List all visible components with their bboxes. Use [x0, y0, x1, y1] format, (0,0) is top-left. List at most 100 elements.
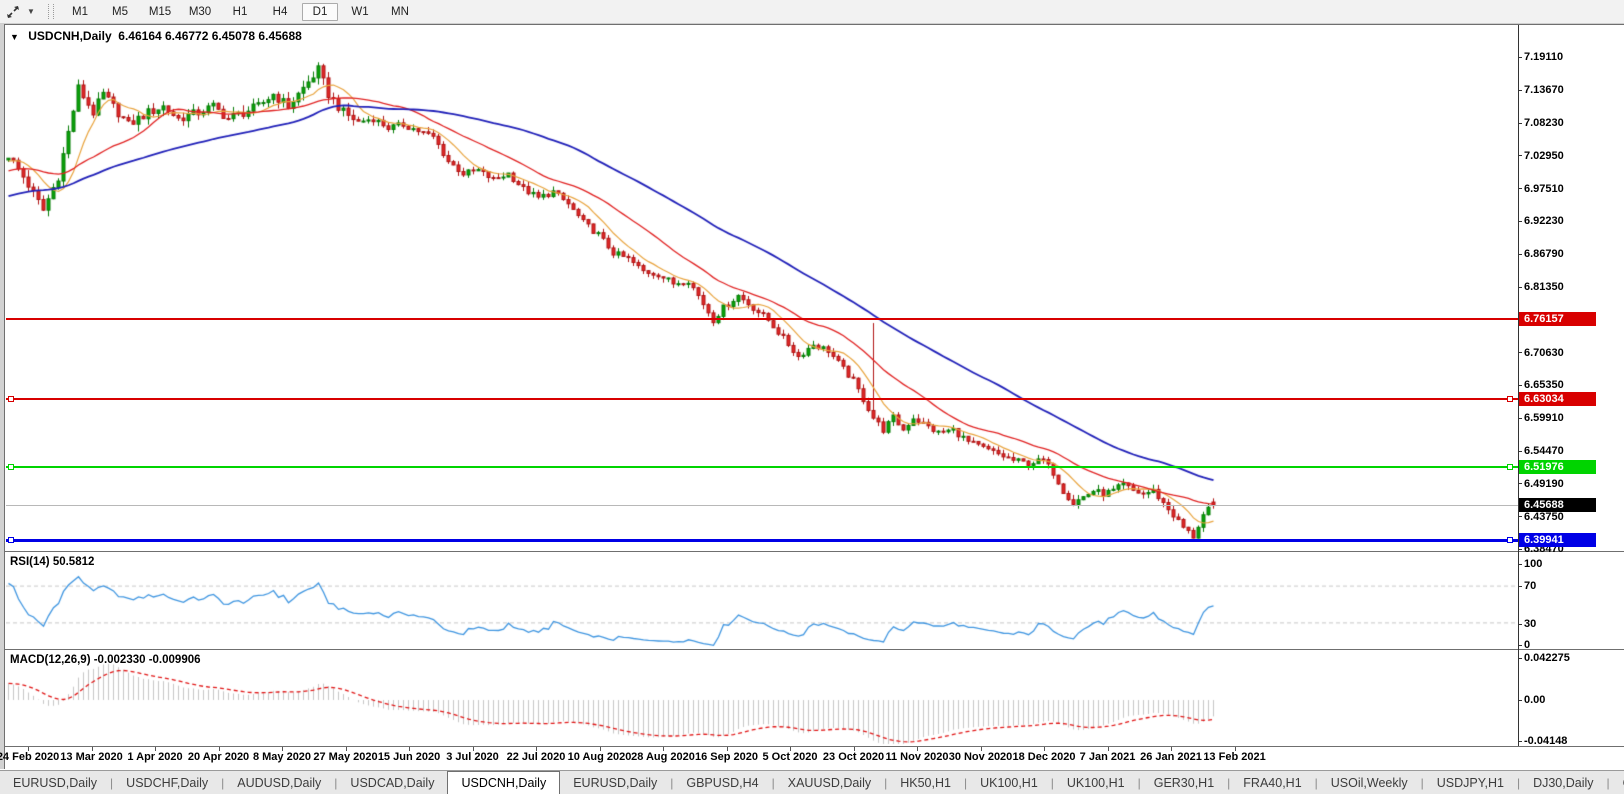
price-axis-tickmark	[1518, 220, 1522, 222]
timeframe-button-D1[interactable]: D1	[302, 2, 338, 21]
price-line-label-6.76157: 6.76157	[1519, 312, 1596, 327]
macd-axis-tickmark	[1518, 699, 1522, 701]
tab-XAUUSD-Daily[interactable]: XAUUSD,Daily	[775, 771, 884, 794]
date-axis-label: 3 Jul 2020	[446, 751, 499, 763]
macd-axis-tick: -0.04148	[1524, 735, 1568, 747]
price-line-label-6.39941: 6.39941	[1519, 533, 1596, 548]
rsi-label: RSI(14) 50.5812	[10, 556, 95, 568]
rsi-indicator-plot[interactable]	[6, 552, 1518, 648]
line-handle-left[interactable]	[8, 396, 14, 403]
price-axis-tickmark	[1518, 384, 1522, 386]
timeframe-button-H1[interactable]: H1	[222, 3, 258, 21]
timeframe-button-M15[interactable]: M15	[142, 3, 178, 21]
horizontal-line-6.76157[interactable]	[6, 318, 1518, 321]
main-chart-plot[interactable]	[6, 26, 1518, 550]
tab-EURUSD-Daily[interactable]: EURUSD,Daily	[560, 771, 670, 794]
date-axis-tickmark	[282, 747, 283, 751]
date-axis-tickmark	[28, 747, 29, 751]
chart-tools-icon[interactable]	[4, 3, 22, 21]
line-handle-right[interactable]	[1507, 537, 1513, 544]
date-axis-label: 20 Apr 2020	[187, 751, 250, 763]
date-axis-label: 7 Jan 2021	[1079, 751, 1136, 763]
date-axis-tickmark	[853, 747, 855, 751]
rsi-axis-tick: 100	[1524, 558, 1543, 570]
date-axis-tickmark	[536, 747, 537, 751]
tab-EURUSD-Daily[interactable]: EURUSD,Daily	[0, 771, 110, 794]
price-axis-tick: 6.81350	[1524, 281, 1564, 294]
tab-UK100-H1[interactable]: UK100,H1	[967, 771, 1051, 794]
tab-DJ30-Daily[interactable]: DJ30,Daily	[1520, 771, 1606, 794]
price-axis-tickmark	[1518, 253, 1522, 255]
price-axis-tick: 6.70630	[1524, 346, 1564, 359]
current-price-label: 6.45688	[1519, 497, 1596, 512]
price-axis-tickmark	[1518, 155, 1522, 157]
price-axis-tick: 6.59910	[1524, 412, 1564, 425]
price-axis-tick: 6.65350	[1524, 379, 1564, 391]
date-axis-tickmark	[91, 747, 93, 751]
date-axis-label: 22 Jul 2020	[506, 751, 566, 763]
tab-USDJPY-H1[interactable]: USDJPY,H1	[1424, 771, 1517, 794]
date-axis-label: 8 May 2020	[252, 751, 312, 763]
line-handle-left[interactable]	[8, 463, 14, 470]
tab-HK50-H1[interactable]: HK50,H1	[887, 771, 964, 794]
date-axis-tickmark	[1234, 747, 1236, 751]
price-axis-tick: 7.19110	[1524, 51, 1564, 63]
tab-GBPUSD-H4[interactable]: GBPUSD,H4	[673, 771, 771, 794]
date-axis-tickmark	[1044, 747, 1045, 751]
date-axis-label: 5 Oct 2020	[762, 751, 818, 763]
price-axis-tick: 6.43750	[1524, 510, 1564, 523]
toolbar-dropdown-caret-icon[interactable]: ▼	[24, 7, 38, 16]
macd-axis-tick: 0.042275	[1524, 652, 1570, 664]
tab-USDCAD-Daily[interactable]: USDCAD,Daily	[337, 771, 447, 794]
price-axis-tickmark	[1518, 188, 1522, 190]
date-axis-tickmark	[218, 747, 220, 751]
horizontal-line-6.39941[interactable]	[6, 538, 1518, 542]
date-axis-tickmark	[409, 747, 410, 751]
price-axis-tickmark	[1518, 450, 1522, 452]
rsi-axis-tickmark	[1518, 563, 1522, 565]
date-axis-label: 27 May 2020	[313, 751, 378, 763]
tab-AUDUSD-Daily[interactable]: AUDUSD,Daily	[224, 771, 334, 794]
tab-USDCHF-Daily[interactable]: USDCHF,Daily	[113, 771, 221, 794]
date-axis-tickmark	[1107, 747, 1109, 751]
timeframe-button-M1[interactable]: M1	[62, 3, 98, 21]
timeframe-button-M5[interactable]: M5	[102, 3, 138, 21]
price-axis-tickmark	[1518, 89, 1522, 91]
tab-USOil-Weekly[interactable]: USOil,Weekly	[1318, 771, 1421, 794]
date-axis-label: 13 Mar 2020	[60, 751, 123, 763]
tab-FRA40-H1[interactable]: FRA40,H1	[1230, 771, 1314, 794]
line-handle-left[interactable]	[8, 537, 14, 544]
price-axis-tick: 6.97510	[1524, 182, 1564, 195]
tab-GER30-H1[interactable]: GER30,H1	[1141, 771, 1227, 794]
rsi-axis-tick: 0	[1524, 639, 1531, 651]
price-axis-tickmark	[1518, 417, 1522, 419]
date-axis-tickmark	[1171, 747, 1172, 751]
date-axis-tickmark	[155, 747, 156, 751]
timeframe-button-MN[interactable]: MN	[382, 3, 418, 21]
price-line-label-6.63034: 6.63034	[1519, 392, 1596, 407]
chart-bottom-border	[5, 746, 1624, 747]
chart-tab-bar: EURUSD,Daily | USDCHF,Daily | AUDUSD,Daily | U…	[0, 770, 1624, 794]
timeframe-button-M30[interactable]: M30	[182, 3, 218, 21]
timeframe-button-H4[interactable]: H4	[262, 3, 298, 21]
window-top-border	[4, 24, 1624, 25]
price-axis-tickmark	[1518, 352, 1522, 354]
toolbar-grip-handle[interactable]	[48, 4, 54, 19]
tab-USDCNH-Daily[interactable]: USDCNH,Daily	[447, 771, 561, 794]
date-axis-tickmark	[472, 747, 474, 751]
rsi-axis-tickmark	[1518, 585, 1522, 587]
tab-CHINA300-H1[interactable]: CHINA300,H1	[1610, 771, 1624, 794]
horizontal-line-6.51976[interactable]	[6, 465, 1518, 468]
price-axis-tickmark	[1518, 122, 1522, 124]
tab-UK100-H1[interactable]: UK100,H1	[1054, 771, 1138, 794]
date-axis-label: 1 Apr 2020	[127, 751, 183, 763]
timeframe-toolbar: ▼ M1 M5 M15 M30 H1 H4 D1 W1 MN	[0, 0, 1624, 24]
date-axis-label: 18 Dec 2020	[1012, 751, 1076, 763]
timeframe-button-W1[interactable]: W1	[342, 3, 378, 21]
price-axis-line[interactable]	[1518, 25, 1519, 746]
macd-indicator-plot[interactable]	[6, 650, 1518, 746]
horizontal-line-6.63034[interactable]	[6, 398, 1518, 401]
line-handle-right[interactable]	[1507, 463, 1513, 470]
price-axis-tick: 7.02950	[1524, 149, 1564, 162]
line-handle-right[interactable]	[1507, 396, 1513, 403]
